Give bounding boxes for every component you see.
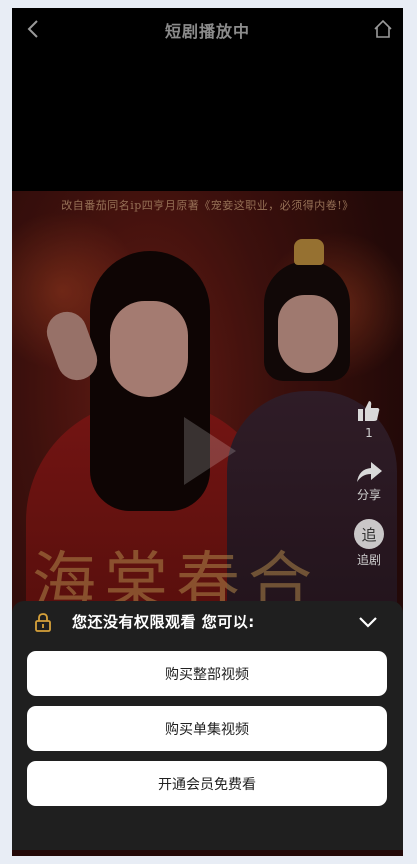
play-icon[interactable] (184, 417, 236, 485)
share-button[interactable]: 分享 (354, 460, 384, 503)
thumbs-up-icon (358, 401, 380, 421)
back-button[interactable] (22, 18, 44, 40)
chevron-left-icon (27, 20, 38, 38)
paywall-title: 您还没有权限观看 您可以: (72, 613, 255, 631)
chase-label: 追剧 (356, 553, 381, 567)
buy-single-episode-button[interactable]: 购买单集视频 (27, 706, 387, 751)
like-button[interactable]: 1 (356, 398, 382, 440)
page-title: 短剧播放中 (164, 22, 250, 41)
like-count: 1 (365, 426, 373, 440)
collapse-button[interactable] (357, 613, 379, 631)
chevron-down-icon (359, 617, 377, 628)
buy-full-series-button[interactable]: 购买整部视频 (27, 651, 387, 696)
lock-icon (35, 613, 51, 632)
open-membership-button[interactable]: 开通会员免费看 (27, 761, 387, 806)
chase-button[interactable]: 追 追剧 (354, 519, 384, 568)
chase-icon: 追 (354, 519, 384, 549)
paywall-sheet: 您还没有权限观看 您可以: 购买整部视频 购买单集视频 开通会员免费看 (12, 601, 403, 850)
side-actions: 1 分享 追 追剧 (347, 398, 391, 568)
share-icon (357, 462, 382, 482)
paywall-header: 您还没有权限观看 您可以: (12, 601, 403, 643)
share-label: 分享 (356, 488, 381, 502)
home-button[interactable] (371, 17, 395, 41)
home-icon (374, 19, 392, 38)
top-bar: 短剧播放中 (12, 8, 403, 52)
